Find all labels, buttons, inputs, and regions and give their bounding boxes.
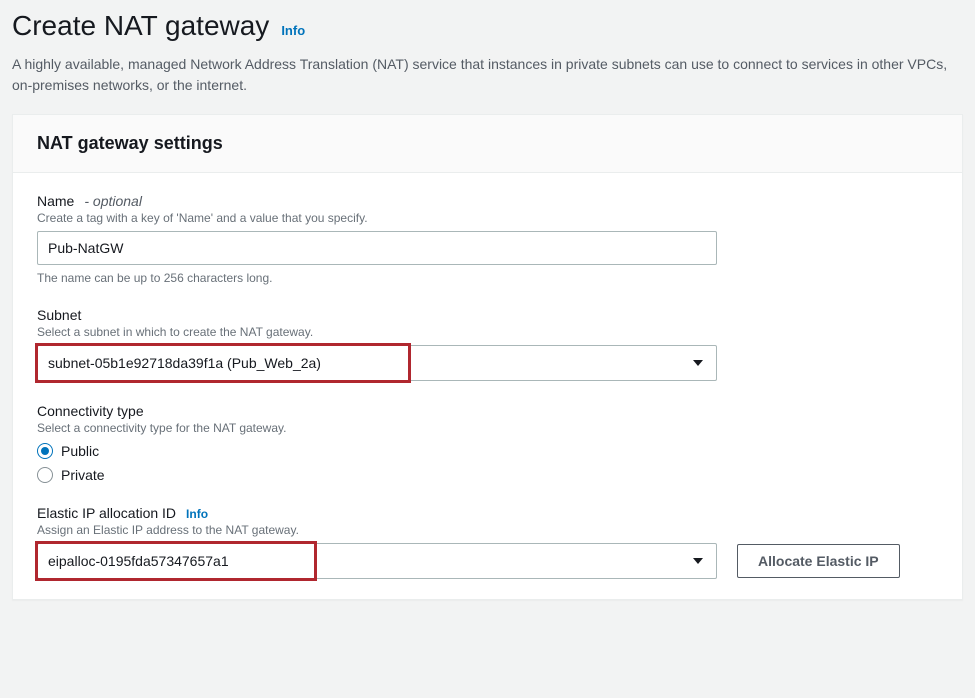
eip-info-link[interactable]: Info xyxy=(186,507,208,521)
eip-select[interactable]: eipalloc-0195fda57347657a1 xyxy=(37,543,717,579)
connectivity-public-label: Public xyxy=(61,443,99,459)
eip-label: Elastic IP allocation ID xyxy=(37,505,176,521)
page-title: Create NAT gateway xyxy=(12,10,269,42)
connectivity-private-label: Private xyxy=(61,467,105,483)
panel-body: Name - optional Create a tag with a key … xyxy=(13,173,962,599)
name-label-row: Name - optional xyxy=(37,193,938,209)
info-link[interactable]: Info xyxy=(281,23,305,38)
eip-row: eipalloc-0195fda57347657a1 Allocate Elas… xyxy=(37,543,938,579)
name-optional: - optional xyxy=(84,193,142,209)
subnet-select[interactable]: subnet-05b1e92718da39f1a (Pub_Web_2a) xyxy=(37,345,717,381)
subnet-field: Subnet Select a subnet in which to creat… xyxy=(37,307,938,381)
connectivity-helper: Select a connectivity type for the NAT g… xyxy=(37,421,938,435)
settings-panel: NAT gateway settings Name - optional Cre… xyxy=(12,114,963,600)
radio-dot-icon xyxy=(41,447,49,455)
radio-checked-icon xyxy=(37,443,53,459)
radio-unchecked-icon xyxy=(37,467,53,483)
name-label: Name xyxy=(37,193,74,209)
eip-label-row: Elastic IP allocation ID Info xyxy=(37,505,938,521)
connectivity-label-row: Connectivity type xyxy=(37,403,938,419)
subnet-label-row: Subnet xyxy=(37,307,938,323)
chevron-down-icon xyxy=(692,555,704,567)
name-field: Name - optional Create a tag with a key … xyxy=(37,193,938,285)
connectivity-public-radio[interactable]: Public xyxy=(37,443,938,459)
page-description: A highly available, managed Network Addr… xyxy=(12,54,963,96)
name-input[interactable] xyxy=(37,231,717,265)
page-title-row: Create NAT gateway Info xyxy=(12,10,963,42)
panel-title: NAT gateway settings xyxy=(37,133,938,154)
allocate-elastic-ip-button[interactable]: Allocate Elastic IP xyxy=(737,544,900,578)
page-header: Create NAT gateway Info A highly availab… xyxy=(12,10,963,96)
subnet-select-wrap: subnet-05b1e92718da39f1a (Pub_Web_2a) xyxy=(37,345,717,381)
subnet-label: Subnet xyxy=(37,307,81,323)
connectivity-radio-group: Public Private xyxy=(37,443,938,483)
name-helper: Create a tag with a key of 'Name' and a … xyxy=(37,211,938,225)
eip-field: Elastic IP allocation ID Info Assign an … xyxy=(37,505,938,579)
subnet-helper: Select a subnet in which to create the N… xyxy=(37,325,938,339)
chevron-down-icon xyxy=(692,357,704,369)
connectivity-label: Connectivity type xyxy=(37,403,144,419)
eip-helper: Assign an Elastic IP address to the NAT … xyxy=(37,523,938,537)
eip-select-value: eipalloc-0195fda57347657a1 xyxy=(48,553,229,569)
name-footer: The name can be up to 256 characters lon… xyxy=(37,271,938,285)
eip-select-wrap: eipalloc-0195fda57347657a1 xyxy=(37,543,717,579)
subnet-select-value: subnet-05b1e92718da39f1a (Pub_Web_2a) xyxy=(48,355,321,371)
panel-header: NAT gateway settings xyxy=(13,115,962,173)
connectivity-private-radio[interactable]: Private xyxy=(37,467,938,483)
connectivity-field: Connectivity type Select a connectivity … xyxy=(37,403,938,483)
